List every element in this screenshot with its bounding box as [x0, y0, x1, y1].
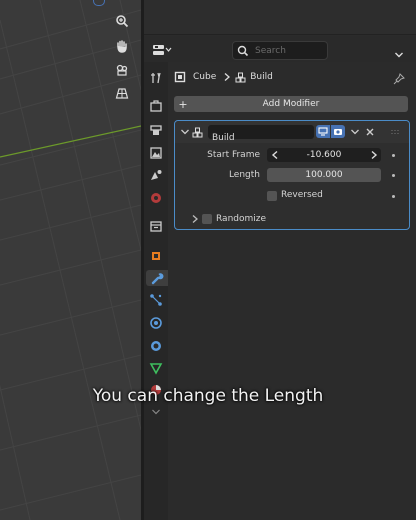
breadcrumb: Cube Build — [174, 68, 276, 86]
reversed-checkbox[interactable] — [267, 191, 277, 201]
build-modifier-panel: Start Frame -10.600 Length 100.000 Rever… — [174, 120, 410, 230]
modifier-properties: Cube Build + Add Modifier Build Start Fr… — [168, 62, 416, 520]
length-value: 100.000 — [305, 170, 343, 180]
start-frame-field[interactable]: -10.600 — [267, 148, 381, 162]
world-icon — [151, 193, 161, 203]
zoom-icon[interactable] — [111, 10, 133, 32]
keyframe-dot[interactable] — [392, 195, 395, 198]
tab-world[interactable] — [148, 190, 164, 206]
chevron-down-icon[interactable] — [350, 128, 360, 136]
increment-arrow-icon[interactable] — [370, 150, 378, 160]
camera-icon — [334, 129, 342, 135]
properties-editor: Cube Build + Add Modifier — [144, 0, 416, 520]
physics-icon — [150, 317, 162, 329]
build-modifier-icon — [192, 127, 203, 138]
properties-tabs — [144, 62, 168, 520]
close-icon[interactable] — [365, 127, 375, 137]
particles-icon — [150, 294, 162, 306]
scene-icon — [151, 170, 162, 180]
length-label: Length — [228, 170, 260, 180]
breadcrumb-object: Cube — [193, 72, 217, 82]
modifier-name-field[interactable] — [208, 125, 314, 144]
breadcrumb-modifier: Build — [250, 72, 273, 82]
output-icon — [150, 125, 162, 135]
render-toggle[interactable] — [331, 125, 345, 138]
camera-view-icon[interactable] — [111, 59, 133, 81]
collection-icon — [150, 221, 162, 232]
options-dropdown[interactable] — [394, 44, 404, 63]
tab-data[interactable] — [148, 360, 164, 376]
keyframe-dot[interactable] — [392, 154, 395, 157]
perspective-grid-icon[interactable] — [111, 82, 133, 104]
hand-pan-icon[interactable] — [111, 35, 133, 57]
tab-more[interactable] — [148, 404, 164, 420]
video-caption: You can change the Length — [92, 386, 324, 406]
chevron-down-icon — [152, 409, 160, 415]
tab-scene[interactable] — [148, 167, 164, 183]
start-frame-value: -10.600 — [306, 150, 342, 160]
start-frame-label: Start Frame — [207, 150, 260, 160]
3d-viewport[interactable] — [0, 0, 141, 520]
length-field[interactable]: 100.000 — [267, 168, 381, 182]
tab-particles[interactable] — [148, 292, 164, 308]
tab-view-layer[interactable] — [148, 145, 164, 161]
tab-physics[interactable] — [148, 315, 164, 331]
plus-icon: + — [178, 97, 188, 111]
build-modifier-icon — [235, 72, 246, 83]
expand-chevron-icon[interactable] — [191, 214, 199, 224]
tab-constraints[interactable] — [148, 338, 164, 354]
chevron-right-icon — [224, 73, 231, 81]
search-input[interactable] — [255, 45, 319, 56]
tab-tool[interactable] — [148, 70, 164, 86]
pin-icon[interactable] — [393, 70, 405, 89]
randomize-checkbox[interactable] — [202, 214, 212, 224]
drag-handle-icon[interactable] — [391, 128, 401, 136]
add-modifier-label: Add Modifier — [262, 99, 320, 109]
object-icon — [174, 71, 186, 83]
keyframe-dot[interactable] — [392, 174, 395, 177]
object-icon — [152, 252, 160, 260]
realtime-toggle[interactable] — [316, 125, 330, 138]
tab-object[interactable] — [148, 248, 164, 264]
tab-render[interactable] — [148, 98, 164, 114]
modifier-panel-header — [175, 121, 409, 144]
modifier-name-input[interactable] — [208, 132, 314, 144]
tab-collection[interactable] — [148, 218, 164, 234]
add-modifier-button[interactable]: + Add Modifier — [174, 96, 408, 112]
tab-output[interactable] — [148, 122, 164, 138]
properties-editor-icon — [153, 45, 172, 55]
mesh-data-icon — [149, 363, 163, 375]
collapse-chevron-icon[interactable] — [180, 128, 190, 136]
chevron-down-icon — [395, 52, 403, 58]
tool-icon — [151, 72, 161, 84]
constraints-icon — [151, 341, 161, 351]
editor-type-dropdown[interactable] — [152, 42, 174, 58]
wrench-icon — [151, 273, 164, 285]
properties-header — [144, 36, 416, 62]
editor-top-strip — [144, 0, 416, 35]
decrement-arrow-icon[interactable] — [271, 150, 279, 160]
tab-modifiers[interactable] — [146, 270, 168, 286]
randomize-label[interactable]: Randomize — [216, 214, 266, 224]
view-layer-icon — [150, 147, 162, 159]
search-icon — [237, 45, 249, 56]
reversed-label: Reversed — [281, 190, 323, 200]
render-icon — [150, 100, 162, 112]
monitor-icon — [318, 127, 328, 136]
search-field[interactable] — [232, 41, 328, 60]
